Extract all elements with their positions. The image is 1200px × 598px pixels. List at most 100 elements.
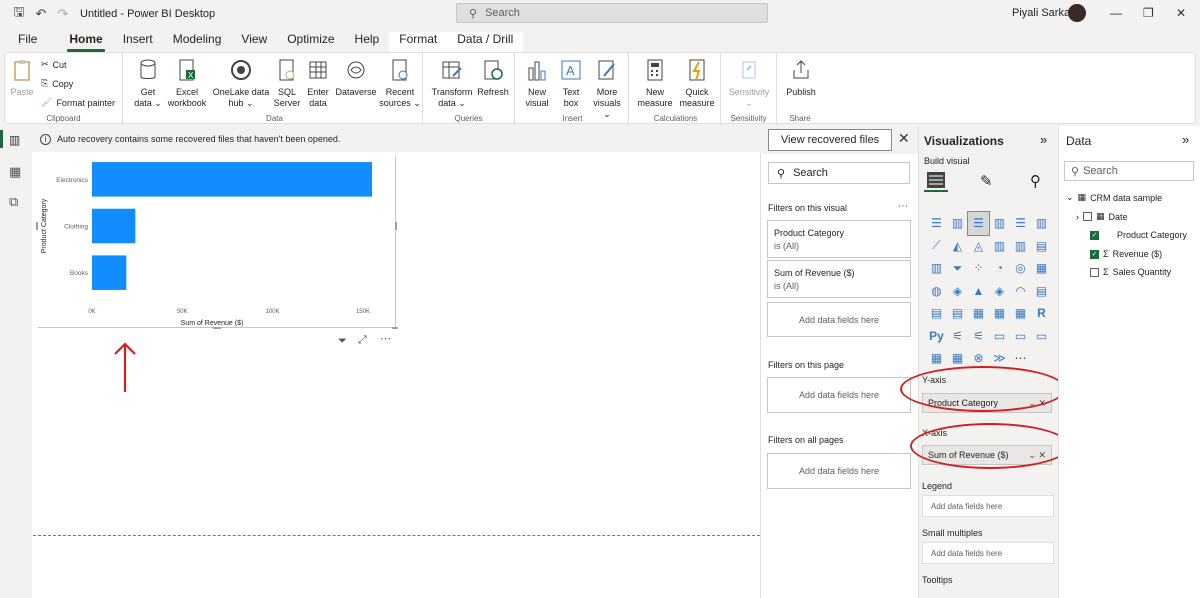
checkbox-product-category[interactable]: ✓ xyxy=(1090,230,1099,240)
gauge-icon[interactable]: ◠ xyxy=(1010,280,1031,303)
avatar[interactable] xyxy=(1068,4,1086,22)
checkbox-date[interactable] xyxy=(1083,212,1092,221)
ribbon-chart-icon[interactable]: ▤ xyxy=(1031,235,1052,258)
table-visual-icon[interactable]: ▦ xyxy=(989,302,1010,325)
line-clustered-icon[interactable]: ▥ xyxy=(1010,235,1031,258)
quick-measure-button[interactable]: Quick measure xyxy=(677,57,717,109)
transform-data-button[interactable]: Transform data ⌄ xyxy=(431,57,473,109)
tab-help[interactable]: Help xyxy=(345,32,390,52)
new-measure-button[interactable]: New measure xyxy=(635,57,675,109)
paginated-report-icon[interactable]: ▭ xyxy=(1031,325,1052,348)
visual-filter-dropzone[interactable]: Add data fields here xyxy=(767,302,911,337)
onelake-button[interactable]: OneLake data hub ⌄ xyxy=(211,57,271,109)
card-icon[interactable]: ▤ xyxy=(1031,280,1052,303)
search-input[interactable]: ⚲ Search xyxy=(456,3,768,23)
field-sales-quantity[interactable]: Σ Sales Quantity xyxy=(1090,267,1171,277)
close-recovery-icon[interactable]: ✕ xyxy=(898,130,910,147)
tab-data-drill[interactable]: Data / Drill xyxy=(447,32,524,52)
kpi-icon[interactable]: ▤ xyxy=(947,302,968,325)
data-table-crm[interactable]: ⌄ ▦ CRM data sample xyxy=(1066,192,1162,203)
get-data-button[interactable]: Get data ⌄ xyxy=(133,57,163,109)
copy-button[interactable]: ⎘ Copy xyxy=(41,78,73,89)
excel-workbook-button[interactable]: X Excel workbook xyxy=(165,57,209,109)
refresh-button[interactable]: Refresh xyxy=(475,57,511,98)
decomposition-tree-icon[interactable]: ⚟ xyxy=(968,325,989,348)
clustered-column-icon[interactable]: ▥ xyxy=(989,212,1010,235)
format-painter-button[interactable]: 🖌 Format painter xyxy=(41,97,115,108)
tab-optimize[interactable]: Optimize xyxy=(277,32,344,52)
collapse-icon[interactable]: » xyxy=(1040,132,1047,147)
report-view-icon[interactable]: ▥ xyxy=(9,133,20,147)
stacked-column-icon[interactable]: ▥ xyxy=(947,212,968,235)
all-pages-filter-dropzone[interactable]: Add data fields here xyxy=(767,453,911,489)
checkbox-revenue[interactable]: ✓ xyxy=(1090,249,1099,259)
sql-server-button[interactable]: SQL Server xyxy=(271,57,303,109)
filter-icon[interactable]: ⏷ xyxy=(338,335,347,348)
tab-modeling[interactable]: Modeling xyxy=(163,32,232,52)
stacked-bar-icon[interactable]: ☰ xyxy=(926,212,947,235)
azure-map-icon[interactable]: ▲ xyxy=(968,280,989,303)
publish-button[interactable]: Publish xyxy=(781,57,821,98)
r-visual-icon[interactable]: R xyxy=(1031,302,1052,325)
metrics-icon[interactable]: ▦ xyxy=(926,347,947,370)
bar-chart[interactable]: Electronics Clothing Books 0K 50K 100K 150K Sum… xyxy=(38,156,396,328)
enter-data-button[interactable]: Enter data xyxy=(303,57,333,109)
more-visuals-icon[interactable]: ⋯ xyxy=(1010,347,1031,370)
save-icon[interactable]: 🖫 xyxy=(8,3,30,25)
field-product-category[interactable]: ✓ Product Category xyxy=(1090,230,1187,240)
python-visual-icon[interactable]: Py xyxy=(926,325,947,348)
qa-icon[interactable]: ▭ xyxy=(989,325,1010,348)
slicer-icon[interactable]: ▦ xyxy=(968,302,989,325)
resize-handle-right[interactable] xyxy=(395,222,397,230)
clustered-bar-icon[interactable]: ☰ xyxy=(967,211,990,236)
stacked-area-icon[interactable]: ◬ xyxy=(968,235,989,258)
table-view-icon[interactable]: ▦ xyxy=(9,164,21,180)
sensitivity-button[interactable]: Sensitivity ⌄ xyxy=(725,57,773,109)
text-box-button[interactable]: A Text box xyxy=(555,57,587,109)
matrix-icon[interactable]: ▦ xyxy=(1010,302,1031,325)
field-revenue[interactable]: ✓ Σ Revenue ($) xyxy=(1090,249,1162,259)
waterfall-icon[interactable]: ▥ xyxy=(926,257,947,280)
funnel-icon[interactable]: ⏷ xyxy=(947,257,968,280)
format-visual-icon[interactable]: ✎ xyxy=(980,172,993,190)
collapse-icon[interactable]: » xyxy=(1182,132,1189,147)
dataverse-button[interactable]: Dataverse xyxy=(333,57,379,98)
view-recovered-files-button[interactable]: View recovered files xyxy=(768,129,892,151)
focus-mode-icon[interactable]: ⤢ xyxy=(358,334,367,347)
tab-format[interactable]: Format xyxy=(389,32,448,52)
key-influencers-icon[interactable]: ⚟ xyxy=(947,325,968,348)
100-bar-icon[interactable]: ☰ xyxy=(1010,212,1031,235)
bar-electronics[interactable] xyxy=(92,162,372,197)
undo-icon[interactable]: ↶ xyxy=(30,3,52,25)
filter-card-revenue[interactable]: Sum of Revenue ($) is (All) xyxy=(767,260,911,298)
more-options-icon[interactable]: ⋯ xyxy=(898,201,908,212)
area-chart-icon[interactable]: ◭ xyxy=(947,235,968,258)
shape-map-icon[interactable]: ◈ xyxy=(989,280,1010,303)
checkbox-sales-quantity[interactable] xyxy=(1090,267,1099,277)
narrative-icon[interactable]: ▭ xyxy=(1010,325,1031,348)
field-date[interactable]: › ▦ Date xyxy=(1076,211,1128,222)
user-name[interactable]: Piyali Sarkar xyxy=(1012,7,1074,19)
line-chart-icon[interactable]: ⟋ xyxy=(926,235,947,258)
bar-books[interactable] xyxy=(92,255,127,290)
more-options-icon[interactable]: ⋯ xyxy=(380,332,391,345)
tab-view[interactable]: View xyxy=(231,32,277,52)
bar-clothing[interactable] xyxy=(92,208,136,244)
multirow-card-icon[interactable]: ▤ xyxy=(926,302,947,325)
legend-dropzone[interactable]: Add data fields here xyxy=(922,495,1054,517)
resize-handle-corner[interactable] xyxy=(392,327,398,329)
paste-button[interactable]: Paste xyxy=(7,57,37,98)
filled-map-icon[interactable]: ◈ xyxy=(947,280,968,303)
treemap-icon[interactable]: ▦ xyxy=(1031,257,1052,280)
resize-handle-left[interactable] xyxy=(36,222,38,230)
map-icon[interactable]: ◍ xyxy=(926,280,947,303)
close-icon[interactable]: ✕ xyxy=(1176,6,1186,20)
pie-icon[interactable]: ◔ xyxy=(989,257,1010,280)
scatter-icon[interactable]: ⁘ xyxy=(968,257,989,280)
filters-search-input[interactable]: ⚲ Search xyxy=(768,162,910,184)
recent-sources-button[interactable]: Recent sources ⌄ xyxy=(379,57,421,109)
cut-button[interactable]: ✂ Cut xyxy=(41,59,67,70)
minimize-icon[interactable]: — xyxy=(1110,6,1122,20)
more-visuals-button[interactable]: More visuals ⌄ xyxy=(589,57,625,120)
tab-file[interactable]: File xyxy=(8,32,47,52)
